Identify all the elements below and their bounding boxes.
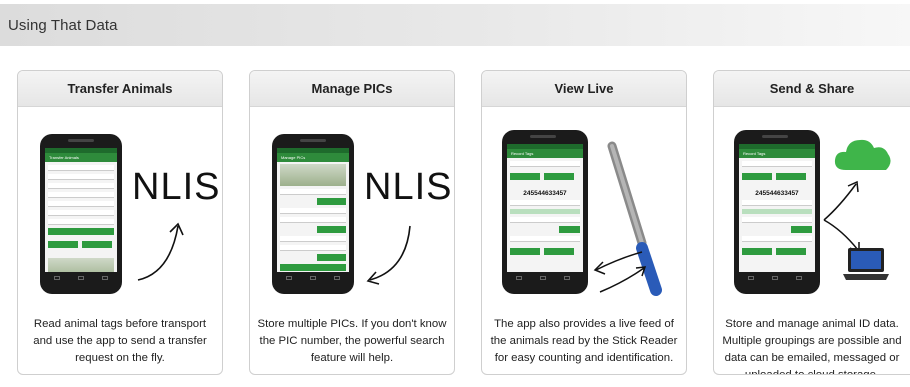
card-transfer-animals: Transfer Animals Transfer Animals NLIS R… — [17, 70, 223, 375]
card-title: Manage PICs — [250, 71, 454, 107]
section-title: Using That Data — [8, 17, 118, 34]
card-description: Read animal tags before transport and us… — [33, 318, 207, 364]
card-manage-pics: Manage PICs Manage PICs NLIS Store multi… — [249, 70, 455, 375]
bidirectional-arrow-icon — [593, 251, 647, 293]
card-illustration: Record Tags 245544633457 — [482, 108, 686, 308]
section-header-bar: Using That Data — [0, 4, 910, 46]
card-description: The app also provides a live feed of the… — [490, 318, 678, 364]
phone-mockup: Manage PICs — [272, 134, 354, 294]
card-illustration: Record Tags 245544633457 — [714, 108, 910, 308]
screen-tag-number: 245544633457 — [523, 190, 567, 197]
cloud-icon — [834, 139, 891, 170]
screen-tag-number: 245544633457 — [755, 190, 799, 197]
phone-mockup: Record Tags 245544633457 — [734, 130, 820, 294]
card-title: View Live — [482, 71, 686, 107]
card-description: Store multiple PICs. If you don't know t… — [257, 318, 447, 364]
phone-mockup: Transfer Animals — [40, 134, 122, 294]
nlis-logo: NLIS — [364, 166, 453, 208]
card-title: Send & Share — [714, 71, 910, 107]
card-illustration: Manage PICs NLIS — [250, 108, 454, 308]
phone-mockup: Record Tags 245544633457 — [502, 130, 588, 294]
curved-arrow-icon — [366, 225, 411, 285]
card-title: Transfer Animals — [18, 71, 222, 107]
card-illustration: Transfer Animals NLIS — [18, 108, 222, 308]
curved-arrow-icon — [137, 222, 184, 281]
laptop-icon — [843, 248, 889, 280]
nlis-logo: NLIS — [132, 166, 221, 208]
card-send-share: Send & Share Record Tags 245544633457 St… — [713, 70, 910, 375]
card-description: Store and manage animal ID data. Multipl… — [722, 318, 902, 375]
card-view-live: View Live Record Tags 245544633457 The a… — [481, 70, 687, 375]
